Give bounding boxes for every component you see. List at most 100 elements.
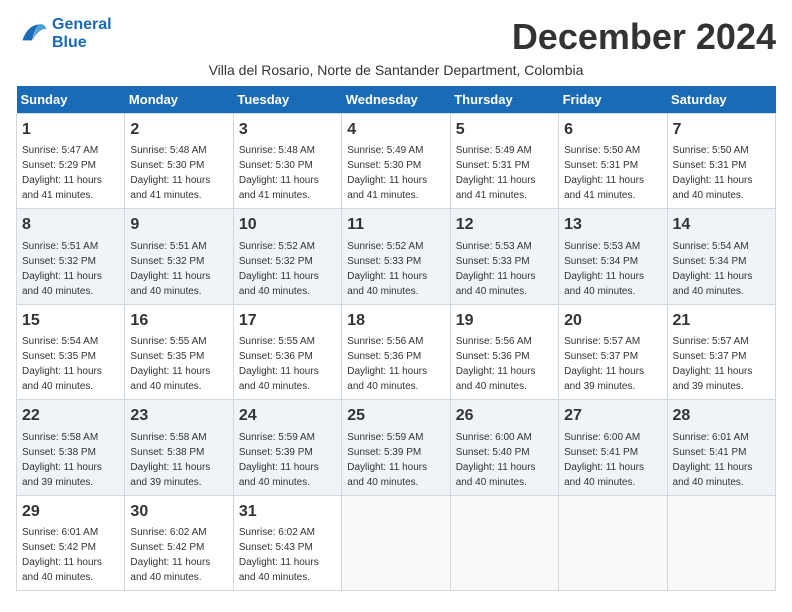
calendar-cell: 20Sunrise: 5:57 AMSunset: 5:37 PMDayligh… xyxy=(559,304,667,399)
day-number: 10 xyxy=(239,214,336,236)
calendar-week-3: 15Sunrise: 5:54 AMSunset: 5:35 PMDayligh… xyxy=(17,304,776,399)
day-number: 1 xyxy=(22,119,119,141)
calendar-cell: 18Sunrise: 5:56 AMSunset: 5:36 PMDayligh… xyxy=(342,304,450,399)
calendar-cell xyxy=(667,495,775,590)
page-header: General Blue December 2024 xyxy=(16,16,776,58)
calendar-cell: 13 Sunrise: 5:53 AMSunset: 5:34 PMDayligh… xyxy=(559,209,667,304)
weekday-header-monday: Monday xyxy=(125,86,233,114)
day-number: 8 xyxy=(22,214,119,236)
day-info: Sunrise: 5:59 AMSunset: 5:39 PMDaylight:… xyxy=(239,430,336,490)
day-number: 21 xyxy=(673,310,770,332)
logo-icon xyxy=(16,18,48,50)
weekday-header-sunday: Sunday xyxy=(17,86,125,114)
day-info: Sunrise: 5:54 AMSunset: 5:34 PMDaylight:… xyxy=(673,239,770,299)
day-number: 28 xyxy=(673,405,770,427)
calendar-cell: 29Sunrise: 6:01 AMSunset: 5:42 PMDayligh… xyxy=(17,495,125,590)
day-info: Sunrise: 5:58 AMSunset: 5:38 PMDaylight:… xyxy=(22,430,119,490)
day-number: 23 xyxy=(130,405,227,427)
calendar-cell: 5Sunrise: 5:49 AMSunset: 5:31 PMDaylight… xyxy=(450,114,558,209)
day-number: 29 xyxy=(22,501,119,523)
day-info: Sunrise: 5:56 AMSunset: 5:36 PMDaylight:… xyxy=(347,334,444,394)
day-number: 15 xyxy=(22,310,119,332)
day-info: Sunrise: 5:52 AMSunset: 5:32 PMDaylight:… xyxy=(239,239,336,299)
logo: General Blue xyxy=(16,16,112,51)
day-info: Sunrise: 5:59 AMSunset: 5:39 PMDaylight:… xyxy=(347,430,444,490)
day-info: Sunrise: 6:02 AMSunset: 5:42 PMDaylight:… xyxy=(130,525,227,585)
calendar-header: SundayMondayTuesdayWednesdayThursdayFrid… xyxy=(17,86,776,114)
day-number: 24 xyxy=(239,405,336,427)
calendar-cell: 30Sunrise: 6:02 AMSunset: 5:42 PMDayligh… xyxy=(125,495,233,590)
day-number: 2 xyxy=(130,119,227,141)
month-title: December 2024 xyxy=(112,16,776,58)
day-number: 19 xyxy=(456,310,553,332)
day-info: Sunrise: 5:54 AMSunset: 5:35 PMDaylight:… xyxy=(22,334,119,394)
calendar-cell: 14 Sunrise: 5:54 AMSunset: 5:34 PMDayligh… xyxy=(667,209,775,304)
calendar-cell: 27 Sunrise: 6:00 AMSunset: 5:41 PMDayligh… xyxy=(559,400,667,495)
weekday-row: SundayMondayTuesdayWednesdayThursdayFrid… xyxy=(17,86,776,114)
calendar-cell: 7Sunrise: 5:50 AMSunset: 5:31 PMDaylight… xyxy=(667,114,775,209)
calendar-week-4: 22 Sunrise: 5:58 AMSunset: 5:38 PMDayligh… xyxy=(17,400,776,495)
calendar-cell: 23 Sunrise: 5:58 AMSunset: 5:38 PMDayligh… xyxy=(125,400,233,495)
day-info: Sunrise: 5:56 AMSunset: 5:36 PMDaylight:… xyxy=(456,334,553,394)
day-number: 6 xyxy=(564,119,661,141)
day-info: Sunrise: 5:53 AMSunset: 5:34 PMDaylight:… xyxy=(564,239,661,299)
day-number: 26 xyxy=(456,405,553,427)
day-info: Sunrise: 5:51 AMSunset: 5:32 PMDaylight:… xyxy=(130,239,227,299)
day-info: Sunrise: 5:58 AMSunset: 5:38 PMDaylight:… xyxy=(130,430,227,490)
day-number: 22 xyxy=(22,405,119,427)
day-number: 9 xyxy=(130,214,227,236)
day-number: 16 xyxy=(130,310,227,332)
day-info: Sunrise: 5:57 AMSunset: 5:37 PMDaylight:… xyxy=(673,334,770,394)
day-info: Sunrise: 6:02 AMSunset: 5:43 PMDaylight:… xyxy=(239,525,336,585)
calendar-cell: 6Sunrise: 5:50 AMSunset: 5:31 PMDaylight… xyxy=(559,114,667,209)
calendar-cell: 31Sunrise: 6:02 AMSunset: 5:43 PMDayligh… xyxy=(233,495,341,590)
calendar-cell: 8Sunrise: 5:51 AMSunset: 5:32 PMDaylight… xyxy=(17,209,125,304)
day-info: Sunrise: 5:50 AMSunset: 5:31 PMDaylight:… xyxy=(564,143,661,203)
calendar-cell: 1Sunrise: 5:47 AMSunset: 5:29 PMDaylight… xyxy=(17,114,125,209)
calendar-table: SundayMondayTuesdayWednesdayThursdayFrid… xyxy=(16,86,776,591)
day-info: Sunrise: 5:52 AMSunset: 5:33 PMDaylight:… xyxy=(347,239,444,299)
day-number: 5 xyxy=(456,119,553,141)
calendar-body: 1Sunrise: 5:47 AMSunset: 5:29 PMDaylight… xyxy=(17,114,776,591)
day-info: Sunrise: 5:48 AMSunset: 5:30 PMDaylight:… xyxy=(239,143,336,203)
calendar-cell: 11 Sunrise: 5:52 AMSunset: 5:33 PMDayligh… xyxy=(342,209,450,304)
calendar-cell: 21Sunrise: 5:57 AMSunset: 5:37 PMDayligh… xyxy=(667,304,775,399)
day-info: Sunrise: 5:55 AMSunset: 5:36 PMDaylight:… xyxy=(239,334,336,394)
day-number: 31 xyxy=(239,501,336,523)
calendar-cell xyxy=(450,495,558,590)
day-number: 25 xyxy=(347,405,444,427)
day-number: 17 xyxy=(239,310,336,332)
calendar-cell xyxy=(559,495,667,590)
day-number: 18 xyxy=(347,310,444,332)
calendar-week-2: 8 Sunrise: 5:51 AMSunset: 5:32 PMDaylight… xyxy=(17,209,776,304)
day-number: 14 xyxy=(673,214,770,236)
day-number: 12 xyxy=(456,214,553,236)
day-info: Sunrise: 6:00 AMSunset: 5:41 PMDaylight:… xyxy=(564,430,661,490)
day-info: Sunrise: 5:49 AMSunset: 5:31 PMDaylight:… xyxy=(456,143,553,203)
title-block: December 2024 xyxy=(112,16,776,58)
day-info: Sunrise: 6:00 AMSunset: 5:40 PMDaylight:… xyxy=(456,430,553,490)
day-info: Sunrise: 5:48 AMSunset: 5:30 PMDaylight:… xyxy=(130,143,227,203)
day-number: 11 xyxy=(347,214,444,236)
calendar-cell: 2Sunrise: 5:48 AMSunset: 5:30 PMDaylight… xyxy=(125,114,233,209)
calendar-cell: 9 Sunrise: 5:51 AMSunset: 5:32 PMDaylight… xyxy=(125,209,233,304)
weekday-header-saturday: Saturday xyxy=(667,86,775,114)
weekday-header-wednesday: Wednesday xyxy=(342,86,450,114)
weekday-header-friday: Friday xyxy=(559,86,667,114)
day-number: 30 xyxy=(130,501,227,523)
calendar-cell: 19Sunrise: 5:56 AMSunset: 5:36 PMDayligh… xyxy=(450,304,558,399)
day-info: Sunrise: 5:50 AMSunset: 5:31 PMDaylight:… xyxy=(673,143,770,203)
day-number: 4 xyxy=(347,119,444,141)
day-info: Sunrise: 5:47 AMSunset: 5:29 PMDaylight:… xyxy=(22,143,119,203)
day-number: 13 xyxy=(564,214,661,236)
calendar-cell: 16Sunrise: 5:55 AMSunset: 5:35 PMDayligh… xyxy=(125,304,233,399)
calendar-cell: 3Sunrise: 5:48 AMSunset: 5:30 PMDaylight… xyxy=(233,114,341,209)
day-number: 7 xyxy=(673,119,770,141)
day-info: Sunrise: 5:49 AMSunset: 5:30 PMDaylight:… xyxy=(347,143,444,203)
location-subtitle: Villa del Rosario, Norte de Santander De… xyxy=(16,62,776,78)
day-info: Sunrise: 5:55 AMSunset: 5:35 PMDaylight:… xyxy=(130,334,227,394)
day-number: 27 xyxy=(564,405,661,427)
day-number: 3 xyxy=(239,119,336,141)
calendar-cell xyxy=(342,495,450,590)
calendar-cell: 24 Sunrise: 5:59 AMSunset: 5:39 PMDayligh… xyxy=(233,400,341,495)
